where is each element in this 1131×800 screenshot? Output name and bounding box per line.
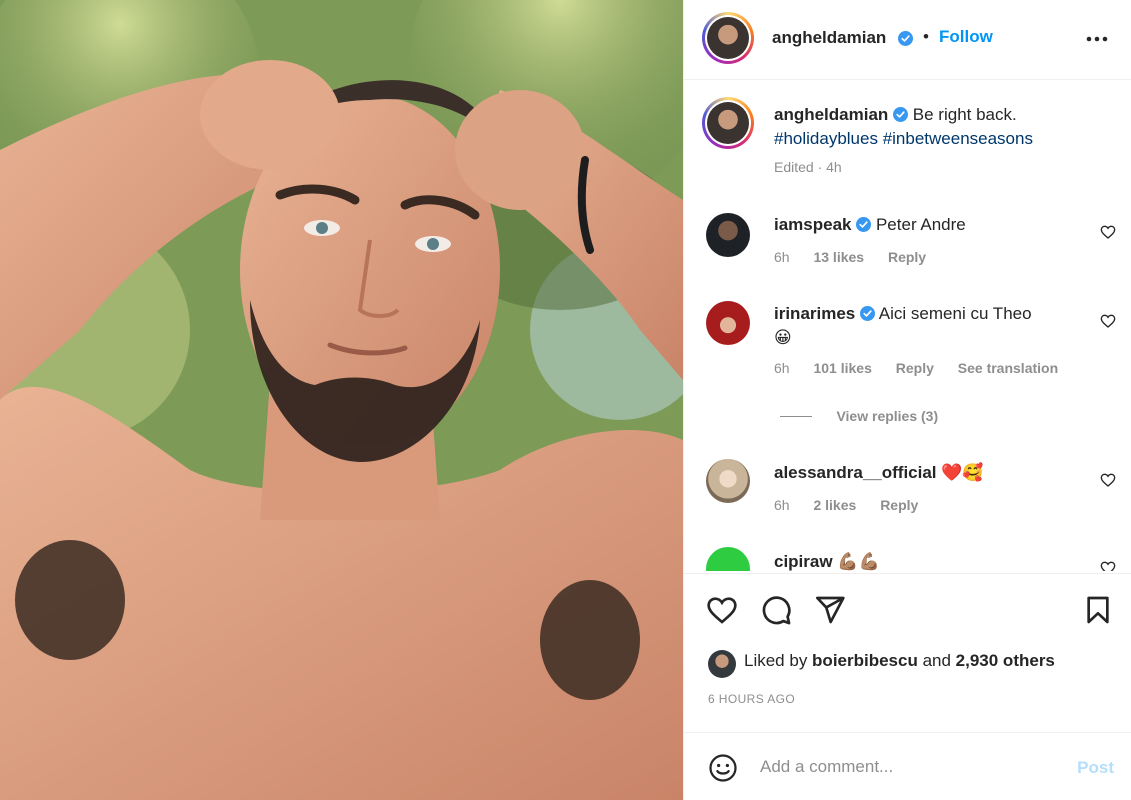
comment-time: 6h xyxy=(774,497,790,513)
like-comment-heart-icon[interactable] xyxy=(1100,472,1116,488)
see-translation-button[interactable]: See translation xyxy=(958,360,1058,376)
caption-meta: Edited · 4h xyxy=(774,159,842,175)
post-side-panel: angheldamian • Follow angheldamian Be ri… xyxy=(683,0,1131,800)
post-comment-button[interactable]: Post xyxy=(1077,758,1114,778)
comment-emoji: 😀 xyxy=(774,328,792,347)
likes-others[interactable]: 2,930 others xyxy=(956,651,1055,670)
emoji-icon[interactable] xyxy=(708,753,738,783)
like-heart-icon[interactable] xyxy=(706,594,738,626)
comment-text: Peter Andre xyxy=(875,215,966,234)
add-comment-input[interactable] xyxy=(760,753,1060,781)
view-replies-label: View replies (3) xyxy=(836,408,939,424)
verified-badge-icon xyxy=(856,217,872,232)
caption-text: Be right back. xyxy=(912,105,1017,124)
post-photo[interactable] xyxy=(0,0,683,800)
view-replies-line xyxy=(780,416,812,418)
likes-prefix: Liked by xyxy=(744,651,813,670)
add-comment-bar: Post xyxy=(684,732,1131,800)
likes-summary[interactable]: Liked by boierbibescu and 2,930 others xyxy=(744,651,1055,671)
comment-text: 💪🏽💪🏽 xyxy=(837,552,880,571)
reply-button[interactable]: Reply xyxy=(888,249,926,265)
post-header: angheldamian • Follow xyxy=(684,0,1131,80)
reply-button[interactable]: Reply xyxy=(880,497,918,513)
likes-user[interactable]: boierbibescu xyxy=(812,651,918,670)
comment-likes[interactable]: 2 likes xyxy=(813,497,856,513)
caption-body: angheldamian Be right back. #holidayblue… xyxy=(774,103,1094,175)
verified-badge-icon xyxy=(893,107,909,122)
save-bookmark-icon[interactable] xyxy=(1082,594,1114,626)
more-horizontal-icon[interactable] xyxy=(1084,26,1110,52)
author-username[interactable]: angheldamian xyxy=(772,28,886,48)
comment-avatar[interactable] xyxy=(706,459,750,503)
verified-badge-icon xyxy=(898,31,913,46)
caption-username[interactable]: angheldamian xyxy=(774,105,888,124)
comment-likes[interactable]: 101 likes xyxy=(813,360,871,376)
post-timestamp[interactable]: 6 HOURS AGO xyxy=(708,692,795,706)
comment-text: ❤️🥰 xyxy=(941,463,984,482)
like-comment-heart-icon[interactable] xyxy=(1100,224,1116,240)
caption-hashtags[interactable]: #holidayblues #inbetweenseasons xyxy=(774,127,1094,151)
view-replies-button[interactable]: View replies (3) xyxy=(780,408,938,426)
comment-avatar[interactable] xyxy=(706,213,750,257)
post-photo-illustration xyxy=(0,0,683,800)
like-comment-heart-icon[interactable] xyxy=(1100,313,1116,329)
comment-bubble-icon[interactable] xyxy=(760,594,792,626)
comment-username[interactable]: iamspeak xyxy=(774,215,852,234)
comment-avatar[interactable] xyxy=(706,547,750,571)
comment-username[interactable]: cipiraw xyxy=(774,552,833,571)
post-actions: Liked by boierbibescu and 2,930 others 6… xyxy=(684,573,1131,730)
comment-username[interactable]: alessandra__official xyxy=(774,463,937,482)
share-paper-plane-icon[interactable] xyxy=(814,594,846,626)
separator-dot: • xyxy=(923,27,929,46)
author-avatar[interactable] xyxy=(702,12,754,64)
follow-button[interactable]: Follow xyxy=(939,27,993,47)
caption-avatar[interactable] xyxy=(702,97,754,149)
comment-avatar[interactable] xyxy=(706,301,750,345)
comments-list[interactable]: angheldamian Be right back. #holidayblue… xyxy=(684,81,1131,571)
likes-middle: and xyxy=(917,651,956,670)
comment-text: Aici semeni cu Theo xyxy=(878,304,1032,323)
liker-avatar[interactable] xyxy=(708,650,736,678)
like-comment-heart-icon[interactable] xyxy=(1100,560,1116,571)
verified-badge-icon xyxy=(860,306,875,321)
reply-button[interactable]: Reply xyxy=(896,360,934,376)
comment-likes[interactable]: 13 likes xyxy=(813,249,864,265)
comment-time: 6h xyxy=(774,360,790,376)
comment-time: 6h xyxy=(774,249,790,265)
comment-username[interactable]: irinarimes xyxy=(774,304,855,323)
